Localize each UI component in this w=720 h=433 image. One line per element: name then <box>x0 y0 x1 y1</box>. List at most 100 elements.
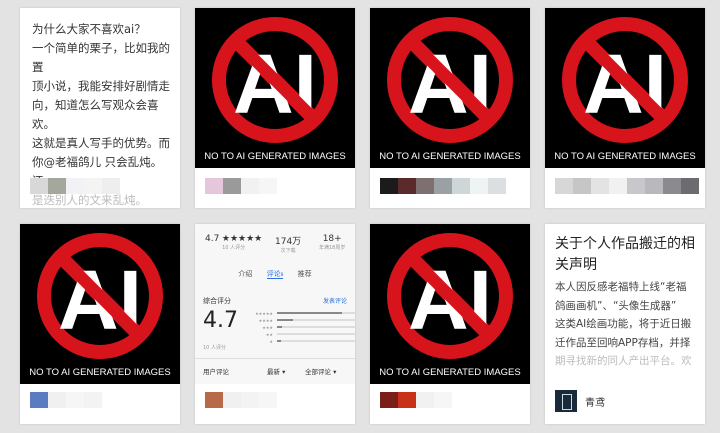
divider <box>195 358 355 359</box>
color-swatch <box>488 178 506 194</box>
review-count: 10 人评分 <box>203 345 226 351</box>
no-ai-banner-image: AINO TO AI GENERATED IMAGES <box>370 224 530 384</box>
no-ai-banner-image: AINO TO AI GENERATED IMAGES <box>370 8 530 168</box>
prohibition-sign-icon: AINO TO AI GENERATED IMAGES <box>370 224 530 384</box>
notice-line: 鸽画画机”、“头像生成器” <box>555 299 677 312</box>
post-line: 这就是真人写手的优势。而 <box>32 136 170 150</box>
rating-bar-stars: ★ <box>269 338 273 344</box>
downloads-sub: 次下载 <box>280 248 296 254</box>
color-swatch <box>223 178 241 194</box>
notice-line: 本人因反感老福特上线“老福 <box>555 281 687 293</box>
notice-line: 这类AI绘画功能，将于近日搬 <box>555 318 692 330</box>
age-value: 18+ <box>322 234 342 244</box>
rating-bar-fill <box>277 326 283 328</box>
tab-reviews[interactable]: 评论₈ <box>266 270 284 279</box>
downloads-stat: 174万 次下载 <box>275 234 301 254</box>
color-swatch <box>205 178 223 194</box>
color-swatch <box>627 178 645 194</box>
app-rating-card[interactable]: 4.7 ★★★★★ 10 人评分 174万 次下载 18+ 年满18周岁 介绍 … <box>195 224 355 424</box>
text-post-card[interactable]: 为什么大家不喜欢ai？ 一个简单的栗子，比如我的置 顶小说，我能安排好剧情走 向… <box>20 8 180 208</box>
score-value: 4.7 <box>203 308 238 333</box>
color-swatch <box>205 392 223 408</box>
prohibition-sign-icon: AINO TO AI GENERATED IMAGES <box>20 224 180 384</box>
color-swatch <box>223 392 241 408</box>
color-swatch <box>398 392 416 408</box>
notice-title: 关于个人作品搬迁的相关声明 <box>555 236 695 273</box>
color-swatch <box>573 178 591 194</box>
rating-value: 4.7 <box>205 234 220 244</box>
color-swatch <box>380 178 398 194</box>
color-swatch <box>241 392 259 408</box>
banner-caption: NO TO AI GENERATED IMAGES <box>554 151 695 162</box>
rating-bar-fill <box>277 340 281 342</box>
banner-card-2[interactable]: AINO TO AI GENERATED IMAGES <box>370 8 530 208</box>
post-line: 为什么大家不喜欢ai？ <box>32 22 146 36</box>
color-swatch <box>30 392 48 408</box>
swatch-row <box>380 392 452 408</box>
rating-stars: ★★★★★ <box>221 234 263 244</box>
notice-line: 迁作品至回响APP存档，并择 <box>555 336 691 349</box>
color-swatch <box>416 392 434 408</box>
color-swatch <box>609 178 627 194</box>
color-swatch <box>30 178 48 194</box>
prohibition-sign-icon: AINO TO AI GENERATED IMAGES <box>370 8 530 168</box>
banner-card-3[interactable]: AINO TO AI GENERATED IMAGES <box>545 8 705 208</box>
rating-bar: ★★ <box>243 331 355 337</box>
swatch-row <box>30 178 120 194</box>
swatch-row <box>555 178 699 194</box>
rating-bar-stars: ★★★★ <box>258 317 273 323</box>
rating-bar-track <box>277 326 355 328</box>
author-row[interactable]: 青鸢 <box>555 390 605 412</box>
rating-bar: ★ <box>243 338 355 344</box>
rating-bar-fill <box>277 319 294 321</box>
sort-latest-dropdown[interactable]: 最新 ▾ <box>267 366 285 376</box>
color-swatch <box>380 392 398 408</box>
color-swatch <box>645 178 663 194</box>
no-ai-banner-image: AINO TO AI GENERATED IMAGES <box>545 8 705 168</box>
rating-bar-fill <box>277 312 342 314</box>
user-reviews-label: 用户评论 <box>203 368 229 376</box>
app-rating-screenshot: 4.7 ★★★★★ 10 人评分 174万 次下载 18+ 年满18周岁 介绍 … <box>195 224 355 384</box>
color-swatch <box>398 178 416 194</box>
rating-bar-stars: ★★★★★ <box>255 310 273 316</box>
color-swatch <box>241 178 259 194</box>
notice-line: 期寻找新的同人产出平台。欢 <box>555 355 692 367</box>
no-ai-banner-image: AINO TO AI GENERATED IMAGES <box>20 224 180 384</box>
rating-bar-track <box>277 312 355 314</box>
banner-caption: NO TO AI GENERATED IMAGES <box>29 367 170 378</box>
tab-intro[interactable]: 介绍 <box>238 270 252 278</box>
banner-caption: NO TO AI GENERATED IMAGES <box>379 151 520 162</box>
rating-distribution: ★★★★★ ★★★★ ★★★ ★★ ★ <box>243 310 355 345</box>
color-swatch <box>555 178 573 194</box>
banner-card-5[interactable]: AINO TO AI GENERATED IMAGES <box>370 224 530 424</box>
color-swatch <box>663 178 681 194</box>
downloads-value: 174万 <box>275 237 302 247</box>
rating-bar-track <box>277 340 355 342</box>
tab-recommend[interactable]: 推荐 <box>298 270 312 278</box>
banner-card-4[interactable]: AINO TO AI GENERATED IMAGES <box>20 224 180 424</box>
all-reviews-dropdown[interactable]: 全部评论 ▾ <box>305 366 336 376</box>
swatch-row <box>205 392 277 408</box>
swatch-row <box>205 178 277 194</box>
post-review-link[interactable]: 发表评论 <box>323 296 347 305</box>
color-swatch <box>102 178 120 194</box>
banner-card-1[interactable]: AINO TO AI GENERATED IMAGES <box>195 8 355 208</box>
prohibition-sign-icon: AINO TO AI GENERATED IMAGES <box>545 8 705 168</box>
swatch-row <box>30 392 102 408</box>
avatar <box>555 390 577 412</box>
rating-bar: ★★★★ <box>243 317 355 323</box>
prohibition-sign-icon: AINO TO AI GENERATED IMAGES <box>195 8 355 168</box>
rating-bar: ★★★ <box>243 324 355 330</box>
color-swatch <box>452 178 470 194</box>
color-swatch <box>416 178 434 194</box>
age-stat: 18+ 年满18周岁 <box>319 234 345 251</box>
rating-bar-track <box>277 319 355 321</box>
color-swatch <box>434 392 452 408</box>
rating-bar: ★★★★★ <box>243 310 355 316</box>
color-swatch <box>681 178 699 194</box>
swatch-row <box>380 178 506 194</box>
rating-sub: 10 人评分 <box>222 245 246 251</box>
notice-post-card[interactable]: 关于个人作品搬迁的相关声明 本人因反感老福特上线“老福 鸽画画机”、“头像生成器… <box>545 224 705 424</box>
rating-stat: 4.7 ★★★★★ 10 人评分 <box>205 234 262 251</box>
notice-body: 本人因反感老福特上线“老福 鸽画画机”、“头像生成器” 这类AI绘画功能，将于近… <box>555 278 697 371</box>
